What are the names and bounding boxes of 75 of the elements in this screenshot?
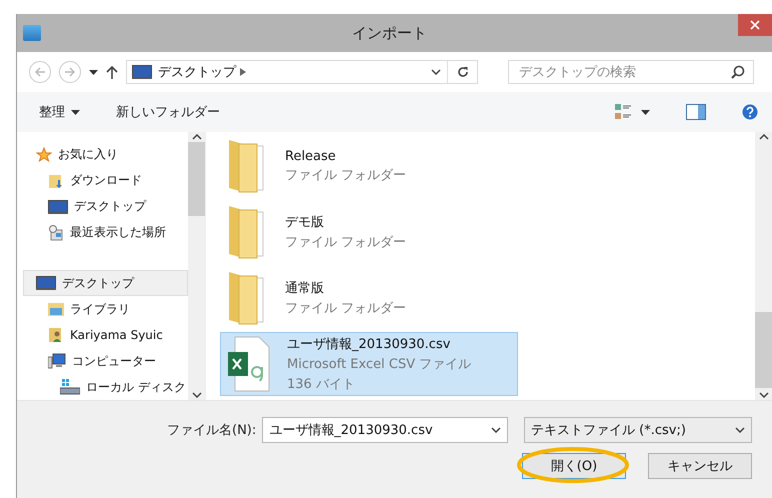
file-name: Release — [285, 148, 337, 164]
preview-pane-button[interactable] — [686, 104, 706, 120]
nav-item-label: デスクトップ — [62, 274, 134, 292]
nav-item-label: コンピューター — [72, 352, 156, 370]
search-icon — [731, 65, 745, 79]
nav-item-label: お気に入り — [58, 146, 118, 164]
nav-item-label: ライブラリ — [70, 300, 130, 318]
file-name: ユーザ情報_20130930.csv — [287, 336, 452, 353]
dropdown-chevron-icon — [735, 427, 745, 433]
sidebar-scrollbar[interactable] — [188, 132, 205, 400]
file-type: ファイル フォルダー — [285, 300, 406, 317]
up-button[interactable] — [106, 65, 118, 79]
file-type-dropdown[interactable]: テキストファイル (*.csv;) — [524, 417, 752, 443]
search-field[interactable]: デスクトップの検索 — [508, 60, 754, 84]
scroll-up-icon — [758, 134, 768, 140]
breadcrumb-arrow-icon — [240, 68, 246, 76]
drive-icon — [60, 379, 80, 396]
file-name-combo[interactable]: ユーザ情報_20130930.csv — [262, 417, 508, 443]
nav-item[interactable]: デスクトップ — [23, 270, 188, 296]
view-options-button[interactable] — [615, 104, 650, 120]
address-bar[interactable]: デスクトップ — [126, 60, 478, 84]
star-icon — [36, 146, 52, 163]
cancel-button[interactable]: キャンセル — [648, 453, 752, 479]
file-type: Microsoft Excel CSV ファイル — [287, 356, 472, 373]
app-icon — [23, 25, 41, 41]
dropdown-chevron-icon — [431, 69, 441, 75]
monitor-icon — [36, 276, 56, 290]
close-button[interactable] — [738, 14, 772, 36]
file-name-label: ファイル名(N): — [167, 422, 256, 439]
file-type: ファイル フォルダー — [285, 234, 406, 251]
scroll-down-icon — [758, 392, 768, 398]
monitor-icon — [132, 65, 152, 79]
organize-menu[interactable]: 整理 — [39, 103, 80, 121]
nav-item[interactable]: ローカル ディスク — [17, 374, 188, 400]
user-folder-icon — [48, 327, 64, 344]
nav-item-label: ダウンロード — [70, 172, 142, 190]
back-arrow-icon — [34, 67, 46, 77]
path-text: デスクトップ — [158, 63, 425, 81]
new-folder-button[interactable]: 新しいフォルダー — [116, 103, 220, 121]
nav-item-label: Kariyama Syuic — [70, 328, 163, 342]
file-name: 通常版 — [285, 280, 325, 297]
file-name: デモ版 — [285, 214, 325, 231]
caret-icon — [89, 70, 98, 74]
scroll-up-icon — [192, 134, 202, 140]
file-size: 136 バイト — [287, 376, 356, 393]
recent-places-icon — [48, 224, 64, 241]
file-item[interactable]: デモ版 ファイル フォルダー — [220, 200, 518, 264]
file-item[interactable]: ユーザ情報_20130930.csv Microsoft Excel CSV ファイル 136 バイト — [220, 332, 518, 396]
close-icon — [750, 20, 760, 30]
file-type: ファイル フォルダー — [285, 166, 406, 184]
download-folder-icon — [48, 172, 64, 189]
computer-icon — [48, 353, 66, 370]
refresh-icon — [456, 66, 468, 78]
caret-icon — [641, 110, 650, 114]
file-item[interactable]: Release ファイル フォルダー — [220, 134, 518, 198]
nav-item-label: デスクトップ — [74, 198, 146, 216]
forward-arrow-icon — [64, 67, 76, 77]
nav-item-label: 最近表示した場所 — [70, 224, 166, 242]
nav-item[interactable]: コンピューター — [17, 348, 188, 374]
window-title: インポート — [351, 24, 428, 42]
scroll-down-icon — [192, 392, 202, 398]
nav-item[interactable]: デスクトップ — [17, 194, 188, 220]
nav-item[interactable]: ライブラリ — [17, 296, 188, 322]
nav-item[interactable]: ダウンロード — [17, 168, 188, 194]
help-button[interactable] — [742, 104, 758, 120]
nav-item[interactable]: お気に入り — [17, 142, 188, 168]
dropdown-chevron-icon — [491, 427, 502, 433]
file-list-scrollbar[interactable] — [755, 132, 772, 400]
nav-item-label: ローカル ディスク — [86, 378, 186, 396]
caret-icon — [71, 110, 80, 114]
nav-item[interactable]: Kariyama Syuic — [17, 322, 188, 348]
monitor-icon — [48, 200, 68, 214]
nav-item[interactable]: 最近表示した場所 — [17, 220, 188, 246]
file-item[interactable]: 通常版 ファイル フォルダー — [220, 266, 518, 330]
library-icon — [48, 302, 64, 316]
